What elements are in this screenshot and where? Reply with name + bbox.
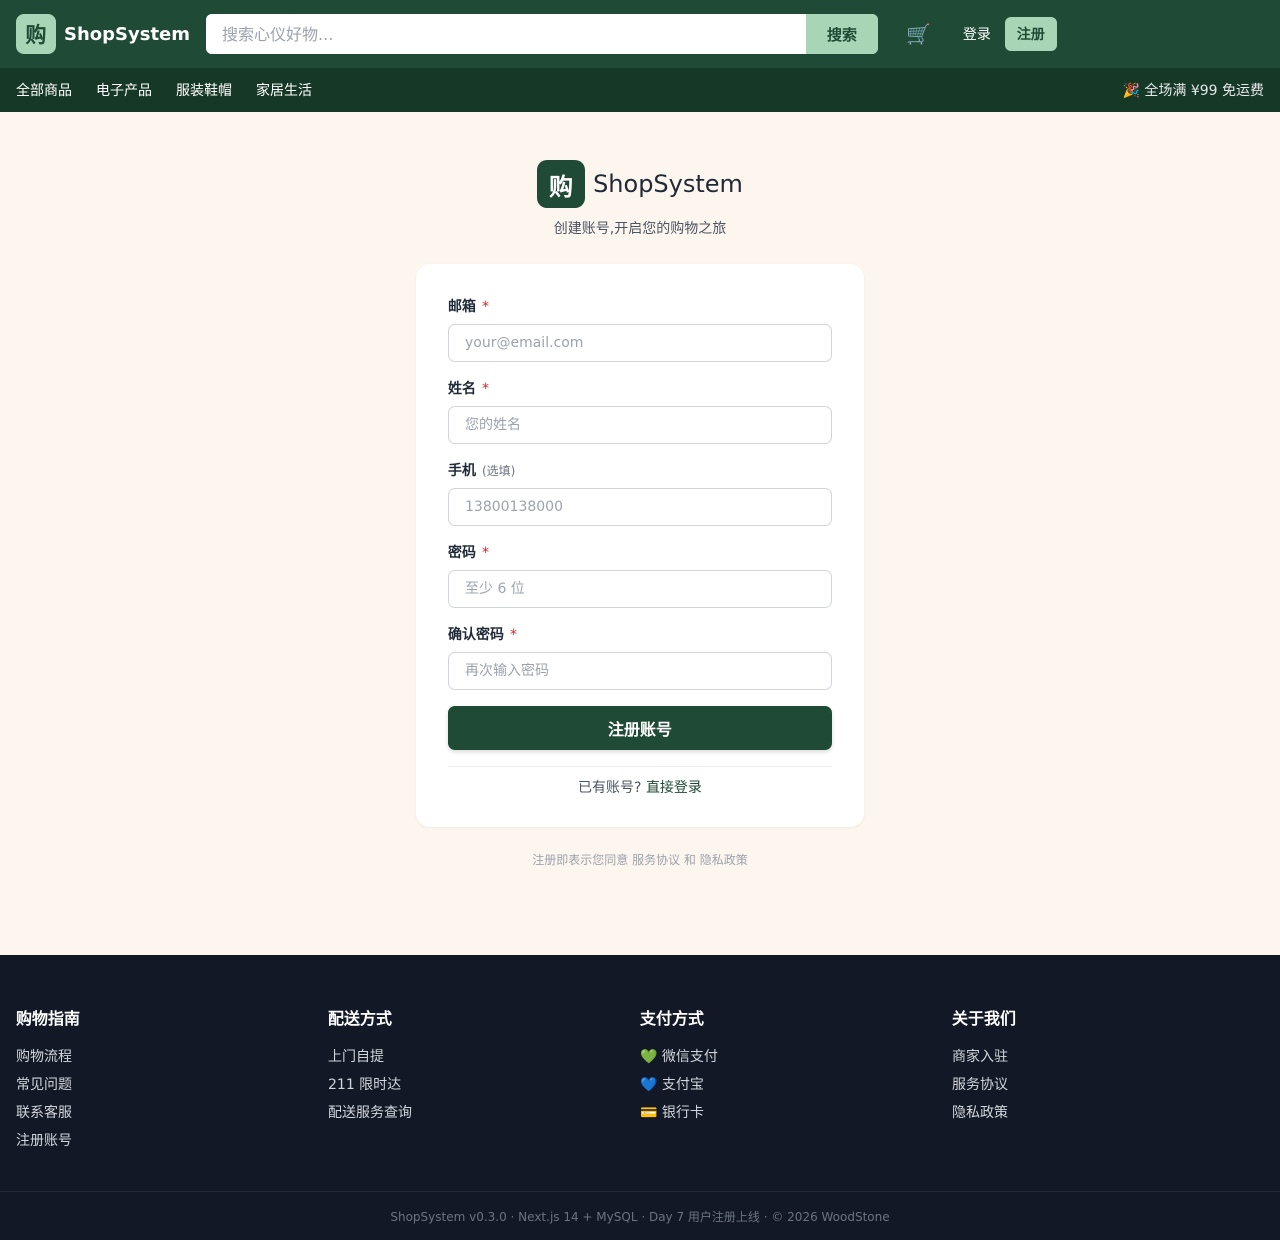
footer-link-alipay[interactable]: 💙 支付宝 <box>640 1071 952 1099</box>
footer-link-bank-card[interactable]: 💳 银行卡 <box>640 1099 952 1127</box>
phone-label: 手机 (选填) <box>448 460 832 480</box>
name-field[interactable] <box>448 406 832 444</box>
footer-link-211[interactable]: 211 限时达 <box>328 1071 640 1099</box>
footer-title: 购物指南 <box>16 1009 81 1028</box>
footer-link-delivery-query[interactable]: 配送服务查询 <box>328 1099 640 1127</box>
nav-item-apparel[interactable]: 服装鞋帽 <box>176 80 232 100</box>
have-account-text: 已有账号? <box>578 780 642 796</box>
email-group: 邮箱 * <box>448 296 832 362</box>
divider <box>448 766 832 767</box>
search-button[interactable]: 搜索 <box>806 14 879 54</box>
search-input[interactable] <box>206 14 807 54</box>
brand-logo: 购 <box>16 14 56 54</box>
required-mark: * <box>482 381 489 397</box>
register-page: 购 ShopSystem 创建账号,开启您的购物之旅 邮箱 * 姓名 * 手机 … <box>0 112 1280 955</box>
password-label-text: 密码 <box>448 545 476 561</box>
confirm-password-field[interactable] <box>448 652 832 690</box>
register-logo: 购 <box>537 160 586 208</box>
name-label-text: 姓名 <box>448 381 476 397</box>
footer-col-payment: 支付方式 💚 微信支付 💙 支付宝 💳 银行卡 <box>640 1005 952 1155</box>
nav-item-electronics[interactable]: 电子产品 <box>96 80 152 100</box>
footer-link-faq[interactable]: 常见问题 <box>16 1071 328 1099</box>
register-brand-name: ShopSystem <box>593 170 743 198</box>
agreement-text: 注册即表示您同意 服务协议 和 隐私政策 <box>532 851 748 868</box>
footer-copyright: ShopSystem v0.3.0 · Next.js 14 + MySQL ·… <box>0 1191 1280 1240</box>
footer-col-delivery: 配送方式 上门自提 211 限时达 配送服务查询 <box>328 1005 640 1155</box>
login-link[interactable]: 登录 <box>963 24 991 44</box>
footer-link-process[interactable]: 购物流程 <box>16 1043 328 1071</box>
name-label: 姓名 * <box>448 378 832 398</box>
optional-hint: (选填) <box>482 464 516 478</box>
terms-link[interactable]: 服务协议 <box>632 853 680 867</box>
required-mark: * <box>510 627 517 643</box>
footer-title: 支付方式 <box>640 1009 705 1028</box>
register-subtitle: 创建账号,开启您的购物之旅 <box>553 221 727 237</box>
footer-link-wechat-pay[interactable]: 💚 微信支付 <box>640 1043 952 1071</box>
footer-link-merchant[interactable]: 商家入驻 <box>952 1043 1264 1071</box>
footer-col-guide: 购物指南 购物流程 常见问题 联系客服 注册账号 <box>16 1005 328 1155</box>
direct-login-link[interactable]: 直接登录 <box>646 780 702 796</box>
register-form: 邮箱 * 姓名 * 手机 (选填) 密码 * <box>416 264 864 827</box>
top-header: 购 ShopSystem 搜索 🛒 登录 注册 <box>0 0 1280 68</box>
footer-col-about: 关于我们 商家入驻 服务协议 隐私政策 <box>952 1005 1264 1155</box>
promo-banner: 🎉 全场满 ¥99 免运费 <box>1122 83 1264 99</box>
footer-title: 配送方式 <box>328 1009 393 1028</box>
privacy-link[interactable]: 隐私政策 <box>700 853 748 867</box>
password-field[interactable] <box>448 570 832 608</box>
phone-field[interactable] <box>448 488 832 526</box>
footer-link-register[interactable]: 注册账号 <box>16 1127 328 1155</box>
login-prompt: 已有账号? 直接登录 <box>448 777 832 797</box>
phone-label-text: 手机 <box>448 463 476 479</box>
register-brand: 购 ShopSystem <box>537 160 743 208</box>
nav-item-all[interactable]: 全部商品 <box>16 80 72 100</box>
email-label-text: 邮箱 <box>448 299 476 315</box>
footer-link-privacy[interactable]: 隐私政策 <box>952 1099 1264 1127</box>
agree-and: 和 <box>683 853 696 867</box>
agree-prefix: 注册即表示您同意 <box>532 853 629 867</box>
footer-link-terms[interactable]: 服务协议 <box>952 1071 1264 1099</box>
required-mark: * <box>482 299 489 315</box>
category-nav: 全部商品 电子产品 服装鞋帽 家居生活 🎉 全场满 ¥99 免运费 <box>0 68 1280 112</box>
search-bar: 搜索 <box>206 14 879 54</box>
site-footer: 购物指南 购物流程 常见问题 联系客服 注册账号 配送方式 上门自提 211 限… <box>0 955 1280 1240</box>
required-mark: * <box>482 545 489 561</box>
email-field[interactable] <box>448 324 832 362</box>
confirm-password-label-text: 确认密码 <box>448 627 504 643</box>
footer-title: 关于我们 <box>952 1009 1017 1028</box>
password-group: 密码 * <box>448 542 832 608</box>
cart-icon[interactable]: 🛒 <box>906 22 931 46</box>
footer-link-support[interactable]: 联系客服 <box>16 1099 328 1127</box>
nav-item-home[interactable]: 家居生活 <box>256 80 312 100</box>
register-submit-button[interactable]: 注册账号 <box>448 706 832 750</box>
name-group: 姓名 * <box>448 378 832 444</box>
register-button[interactable]: 注册 <box>1004 17 1057 51</box>
brand[interactable]: 购 ShopSystem <box>16 14 190 54</box>
email-label: 邮箱 * <box>448 296 832 316</box>
confirm-password-label: 确认密码 * <box>448 624 832 644</box>
brand-name: ShopSystem <box>64 23 191 45</box>
footer-link-pickup[interactable]: 上门自提 <box>328 1043 640 1071</box>
confirm-password-group: 确认密码 * <box>448 624 832 690</box>
password-label: 密码 * <box>448 542 832 562</box>
phone-group: 手机 (选填) <box>448 460 832 526</box>
